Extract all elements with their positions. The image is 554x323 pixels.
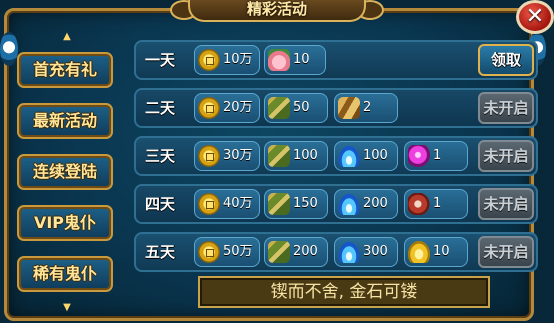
reward-quantity: 150	[293, 196, 318, 211]
reward-quantity: 50万	[223, 244, 253, 259]
not-open-button[interactable]: 未开启	[478, 236, 534, 268]
scroll-icon	[338, 97, 360, 119]
reward-row-day5: 五天 50万 200 300 10 未开启	[134, 232, 538, 272]
reward-item: 30万	[194, 141, 260, 171]
blue-flame-icon	[338, 145, 360, 167]
day-label: 二天	[144, 99, 175, 117]
close-button[interactable]: ✕	[516, 0, 554, 34]
reward-item: 50万	[194, 237, 260, 267]
reward-quantity: 100	[293, 148, 318, 163]
meat-icon	[408, 193, 430, 215]
tab-rare-servant[interactable]: 稀有鬼仆	[17, 256, 113, 292]
reward-quantity: 10	[433, 244, 450, 259]
herb-icon	[268, 97, 290, 119]
blue-flame-icon	[338, 193, 360, 215]
reward-quantity: 50	[293, 100, 310, 115]
claim-button[interactable]: 领取	[478, 44, 534, 76]
reward-quantity: 40万	[223, 196, 253, 211]
tab-latest-events[interactable]: 最新活动	[17, 103, 113, 139]
reward-item: 10万	[194, 45, 260, 75]
coin-icon	[198, 145, 220, 167]
not-open-button[interactable]: 未开启	[478, 140, 534, 172]
reward-quantity: 30万	[223, 148, 253, 163]
reward-quantity: 10万	[223, 52, 253, 67]
tab-vip-servant[interactable]: VIP鬼仆	[17, 205, 113, 241]
coin-icon	[198, 193, 220, 215]
tab-consecutive-login[interactable]: 连续登陆	[17, 154, 113, 190]
scroll-down-arrow-icon[interactable]: ▼	[60, 303, 74, 313]
herb-icon	[268, 241, 290, 263]
scroll-up-arrow-icon[interactable]: ▲	[60, 32, 74, 42]
reward-row-day4: 四天 40万 150 200 1 未开启	[134, 184, 538, 224]
day-label: 一天	[144, 51, 175, 69]
reward-item: 50	[264, 93, 328, 123]
reward-row-day2: 二天 20万 50 2 未开启	[134, 88, 538, 128]
day-label: 五天	[144, 243, 175, 261]
reward-item: 1	[404, 189, 468, 219]
reward-item: 20万	[194, 93, 260, 123]
reward-item: 10	[264, 45, 326, 75]
reward-item: 2	[334, 93, 398, 123]
day-label: 三天	[144, 147, 175, 165]
reward-quantity: 300	[363, 244, 388, 259]
reward-item: 150	[264, 189, 328, 219]
day-label: 四天	[144, 195, 175, 213]
tab-first-recharge[interactable]: 首充有礼	[17, 52, 113, 88]
peach-icon	[268, 49, 290, 71]
window-title: 精彩活动	[188, 0, 366, 22]
reward-item: 100	[334, 141, 398, 171]
reward-quantity: 200	[363, 196, 388, 211]
coin-icon	[198, 241, 220, 263]
reward-item: 200	[334, 189, 398, 219]
motto-banner: 锲而不舍, 金石可镂	[198, 276, 490, 308]
reward-item: 300	[334, 237, 398, 267]
reward-item: 10	[404, 237, 468, 267]
reward-list: 一天 10万 10 领取 二天 20万 50 2 未开启 三天 30万 100 …	[128, 36, 538, 312]
gold-ingot-icon	[408, 241, 430, 263]
reward-quantity: 20万	[223, 100, 253, 115]
reward-quantity: 2	[363, 100, 372, 115]
reward-quantity: 10	[293, 52, 310, 67]
reward-row-day3: 三天 30万 100 100 1 未开启	[134, 136, 538, 176]
coin-icon	[198, 49, 220, 71]
not-open-button[interactable]: 未开启	[478, 188, 534, 220]
reward-item: 100	[264, 141, 328, 171]
reward-row-day1: 一天 10万 10 领取	[134, 40, 538, 80]
reward-quantity: 200	[293, 244, 318, 259]
reward-item: 1	[404, 141, 468, 171]
herb-icon	[268, 145, 290, 167]
reward-item: 200	[264, 237, 328, 267]
herb-icon	[268, 193, 290, 215]
not-open-button[interactable]: 未开启	[478, 92, 534, 124]
reward-quantity: 1	[433, 196, 442, 211]
reward-quantity: 100	[363, 148, 388, 163]
coin-icon	[198, 97, 220, 119]
blue-flame-icon	[338, 241, 360, 263]
tab-list: ▲ 首充有礼 最新活动 连续登陆 VIP鬼仆 稀有鬼仆 ▼	[12, 32, 118, 313]
pink-gem-icon	[408, 145, 430, 167]
reward-item: 40万	[194, 189, 260, 219]
reward-quantity: 1	[433, 148, 442, 163]
